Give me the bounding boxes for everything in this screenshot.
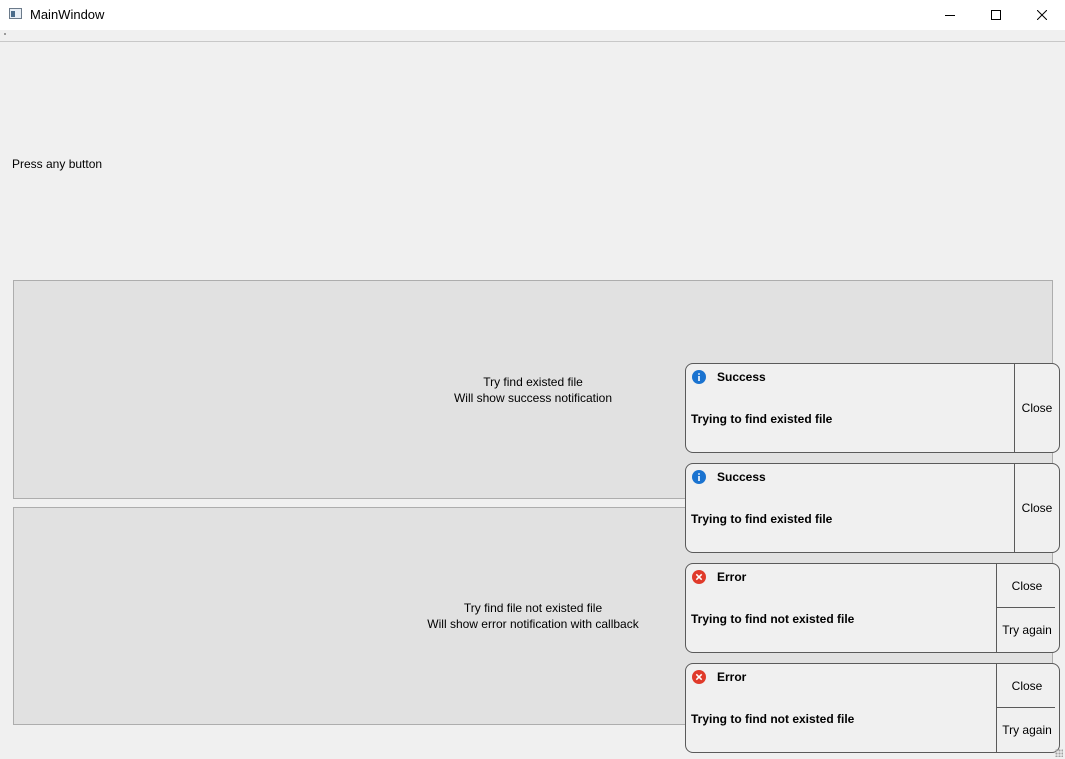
notification-try-again-button[interactable]: Try again — [997, 608, 1057, 652]
window-title: MainWindow — [30, 7, 105, 22]
maximize-icon — [991, 10, 1001, 20]
status-label: Press any button — [12, 157, 103, 171]
notification-error: Error Trying to find not existed file Cl… — [685, 663, 1060, 753]
menu-bar — [0, 30, 1065, 42]
size-grip[interactable] — [1055, 749, 1063, 757]
button-line-1: Try find file not existed file — [463, 601, 603, 615]
maximize-button[interactable] — [973, 0, 1019, 30]
notification-success: Success Trying to find existed file Clos… — [685, 463, 1060, 553]
menu-grip — [4, 33, 6, 35]
minimize-icon — [945, 15, 955, 16]
notification-close-button[interactable]: Close — [1015, 464, 1059, 552]
notification-title: Success — [717, 470, 766, 484]
button-line-1: Try find existed file — [483, 374, 583, 389]
notification-message: Trying to find existed file — [691, 512, 833, 526]
notification-close-button[interactable]: Close — [997, 564, 1057, 607]
button-line-2: Will show success notification — [453, 390, 613, 405]
info-icon — [692, 370, 706, 384]
notification-close-button[interactable]: Close — [1015, 364, 1059, 452]
minimize-button[interactable] — [927, 0, 973, 30]
notification-message: Trying to find not existed file — [691, 712, 855, 726]
close-window-button[interactable] — [1019, 0, 1065, 30]
notification-title: Error — [717, 570, 747, 584]
title-bar: MainWindow — [0, 0, 1065, 30]
notification-close-button[interactable]: Close — [997, 664, 1057, 707]
close-icon — [1037, 10, 1047, 20]
button-line-2: Will show error notification with callba… — [427, 617, 639, 631]
notification-title: Success — [717, 370, 766, 384]
notification-error: Error Trying to find not existed file Cl… — [685, 563, 1060, 653]
notification-success: Success Trying to find existed file Clos… — [685, 363, 1060, 453]
notification-message: Trying to find existed file — [691, 412, 833, 426]
info-icon — [692, 470, 706, 484]
error-icon — [692, 670, 706, 684]
error-icon — [692, 570, 706, 584]
app-window-icon — [9, 8, 22, 19]
notification-title: Error — [717, 670, 747, 684]
notification-message: Trying to find not existed file — [691, 612, 855, 626]
notification-try-again-button[interactable]: Try again — [997, 708, 1057, 752]
